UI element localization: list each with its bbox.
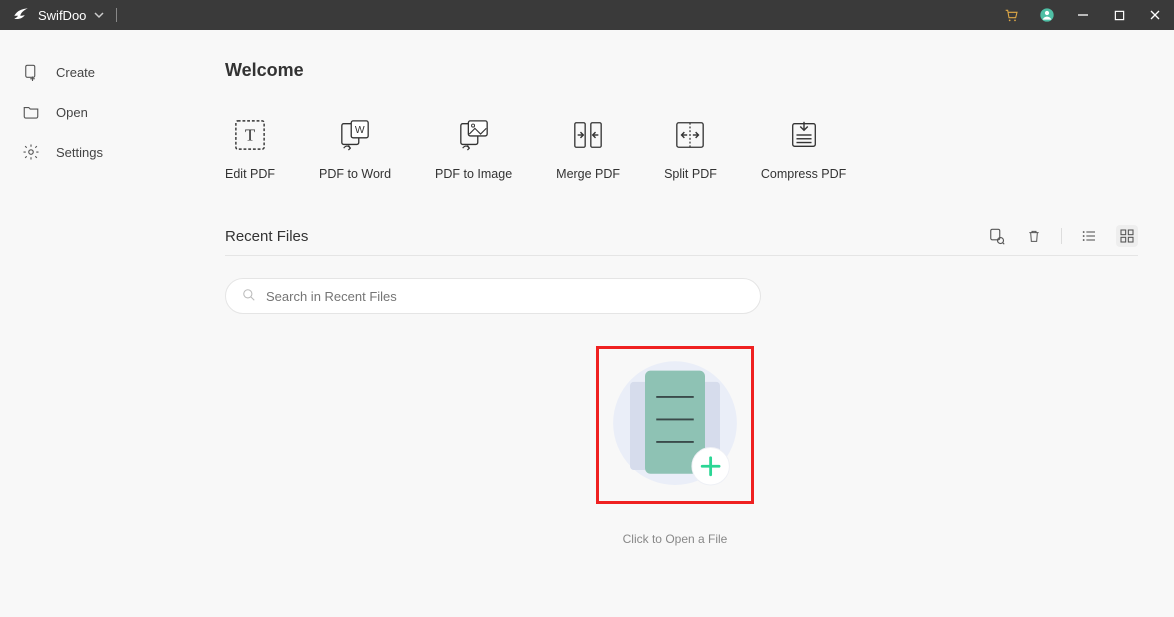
sidebar: Create Open Settings [0,30,205,617]
qa-split-pdf[interactable]: Split PDF [664,119,717,181]
sidebar-item-label: Open [56,105,88,120]
main-area: Create Open Settings Welcome T Edit PDF [0,30,1174,617]
recent-header: Recent Files [225,225,1138,247]
recent-tools [985,225,1138,247]
recent-title: Recent Files [225,228,308,245]
sidebar-item-label: Settings [56,145,103,160]
svg-text:T: T [245,126,256,145]
search-icon [242,288,256,305]
user-avatar-icon[interactable] [1036,4,1058,26]
edit-pdf-icon: T [234,119,266,151]
qa-edit-pdf[interactable]: T Edit PDF [225,119,275,181]
sidebar-item-label: Create [56,65,95,80]
qa-label: Edit PDF [225,167,275,181]
gear-icon [22,143,40,161]
open-file-card[interactable] [596,346,754,504]
content: Welcome T Edit PDF W PDF to Word PDF to … [205,30,1174,617]
qa-label: Compress PDF [761,167,846,181]
open-folder-icon [22,103,40,121]
sidebar-item-settings[interactable]: Settings [10,132,195,172]
dropdown-chevron-icon[interactable] [94,10,104,20]
qa-label: PDF to Image [435,167,512,181]
maximize-button[interactable] [1108,4,1130,26]
compress-pdf-icon [788,119,820,151]
qa-compress-pdf[interactable]: Compress PDF [761,119,846,181]
cart-icon[interactable] [1000,4,1022,26]
qa-label: PDF to Word [319,167,391,181]
trash-icon[interactable] [1023,225,1045,247]
divider [225,255,1138,256]
merge-pdf-icon [572,119,604,151]
sidebar-item-create[interactable]: Create [10,52,195,92]
minimize-button[interactable] [1072,4,1094,26]
pdf-to-word-icon: W [339,119,371,151]
titlebar-left: SwifDoo [12,6,121,24]
pdf-to-image-icon [458,119,490,151]
titlebar-right [1000,4,1166,26]
recent-tools-separator [1061,228,1062,244]
create-icon [22,63,40,81]
close-button[interactable] [1144,4,1166,26]
qa-pdf-to-word[interactable]: W PDF to Word [319,119,391,181]
qa-pdf-to-image[interactable]: PDF to Image [435,119,512,181]
swifdoo-logo-icon [12,6,30,24]
grid-view-icon[interactable] [1116,225,1138,247]
split-pdf-icon [674,119,706,151]
qa-label: Merge PDF [556,167,620,181]
pin-icon[interactable] [985,225,1007,247]
quick-actions: T Edit PDF W PDF to Word PDF to Image [225,119,1138,181]
list-view-icon[interactable] [1078,225,1100,247]
open-file-caption: Click to Open a File [623,532,728,546]
qa-label: Split PDF [664,167,717,181]
open-file-area: Click to Open a File [525,346,825,546]
qa-merge-pdf[interactable]: Merge PDF [556,119,620,181]
svg-text:W: W [355,125,365,136]
search-input[interactable] [266,289,744,304]
page-title: Welcome [225,60,1138,81]
titlebar-separator [116,8,117,22]
titlebar: SwifDoo [0,0,1174,30]
search-container[interactable] [225,278,761,314]
sidebar-item-open[interactable]: Open [10,92,195,132]
app-title: SwifDoo [38,8,86,23]
